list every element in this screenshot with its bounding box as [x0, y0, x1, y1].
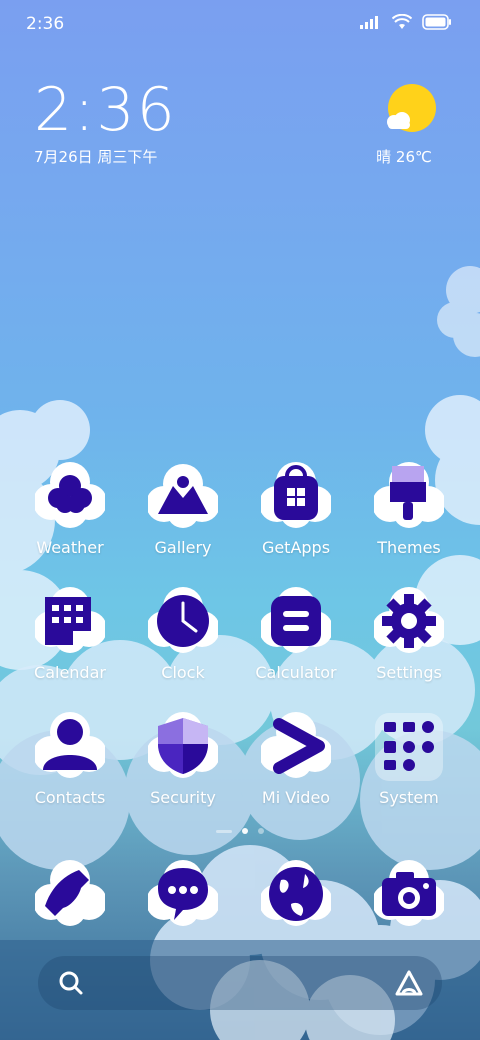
app-themes[interactable]: Themes [359, 462, 459, 557]
app-label: Themes [377, 538, 441, 557]
app-weather[interactable]: Weather [20, 462, 120, 557]
app-label: System [379, 788, 439, 807]
dock-phone[interactable] [20, 860, 120, 930]
sun-cloud-icon [387, 84, 436, 132]
page-indicator-minus-one [216, 829, 232, 833]
calculator-icon [259, 587, 333, 657]
app-mi-video[interactable]: Mi Video [246, 712, 346, 807]
app-calendar[interactable]: Calendar [20, 587, 120, 682]
app-label: Security [150, 788, 216, 807]
app-settings[interactable]: Settings [359, 587, 459, 682]
search-button[interactable] [58, 970, 84, 1000]
clock-icon [146, 587, 220, 657]
weather-cloud-icon [33, 462, 107, 532]
signal-icon [360, 16, 378, 29]
folder-icon [374, 712, 444, 782]
app-calculator[interactable]: Calculator [246, 587, 346, 682]
app-clock[interactable]: Clock [133, 587, 233, 682]
widget-time: 2:36 [34, 75, 177, 145]
status-icons [360, 14, 452, 30]
app-folder-system[interactable]: System [359, 712, 459, 807]
themes-brush-icon [372, 462, 446, 532]
app-getapps[interactable]: GetApps [246, 462, 346, 557]
app-label: Mi Video [261, 788, 331, 807]
app-contacts[interactable]: Contacts [20, 712, 120, 807]
app-label: Gallery [154, 538, 212, 557]
camera-icon [372, 860, 446, 930]
phone-icon [33, 860, 107, 930]
status-bar: 2:36 [0, 0, 480, 50]
assistant-button[interactable] [394, 969, 424, 1001]
app-label: GetApps [261, 538, 331, 557]
widget-date: 7月26日 周三下午 [34, 148, 158, 166]
search-bar[interactable] [38, 956, 442, 1010]
page-indicator[interactable] [0, 828, 480, 834]
weather-widget[interactable]: 晴 26℃ [364, 84, 444, 167]
app-label: Calculator [255, 663, 337, 682]
battery-icon [422, 14, 451, 30]
app-label: Weather [36, 538, 104, 557]
app-label: Settings [376, 663, 442, 682]
app-label: Clock [161, 663, 205, 682]
page-dot [258, 828, 264, 834]
gallery-icon [146, 462, 220, 532]
clock-widget[interactable]: 2:36 7月26日 周三下午 [34, 78, 177, 167]
app-label: Calendar [34, 663, 106, 682]
page-dot-active [242, 828, 248, 834]
weather-text: 晴 26℃ [376, 148, 432, 166]
app-label: Contacts [34, 788, 106, 807]
contacts-icon [33, 712, 107, 782]
shield-icon [146, 712, 220, 782]
getapps-icon [259, 462, 333, 532]
messages-icon [146, 860, 220, 930]
status-time: 2:36 [26, 14, 65, 34]
assistant-icon [395, 970, 423, 996]
dock-messages[interactable] [133, 860, 233, 930]
dock-browser[interactable] [246, 860, 346, 930]
gear-icon [372, 587, 446, 657]
search-icon [59, 971, 83, 995]
browser-globe-icon [259, 860, 333, 930]
dock-camera[interactable] [359, 860, 459, 930]
play-arrow-icon [259, 712, 333, 782]
app-security[interactable]: Security [133, 712, 233, 807]
calendar-icon [33, 587, 107, 657]
app-gallery[interactable]: Gallery [133, 462, 233, 557]
wifi-icon [392, 14, 412, 29]
